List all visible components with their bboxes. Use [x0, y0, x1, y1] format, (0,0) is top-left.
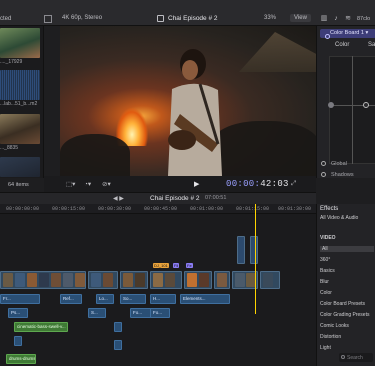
fullscreen-icon[interactable]: ⤢	[291, 180, 296, 188]
crowd-silhouette	[60, 134, 130, 176]
viewer-controls: ⬚▾ ◔▾ ⊘▾ ▶ 00:00:42:03 ⤢	[44, 176, 316, 192]
effects-browser: Effects All Video & Audio VIDEO All 360°…	[316, 204, 375, 366]
marker[interactable]: Fe	[186, 263, 193, 268]
connected-clip[interactable]	[250, 236, 258, 264]
audio-clip[interactable]: Ps...	[8, 308, 28, 318]
global-row[interactable]: Global	[321, 161, 347, 167]
audio-clip[interactable]: Elements...	[180, 294, 230, 304]
project-icon	[157, 15, 164, 22]
crop-icon[interactable]: ⬚▾	[66, 180, 75, 188]
timecode-display[interactable]: 00:00:42:03	[226, 179, 289, 189]
storyline-clip[interactable]	[0, 271, 86, 289]
effects-category[interactable]: Color	[320, 290, 374, 296]
settings-icon[interactable]: ≋	[344, 15, 352, 23]
storyline-clip[interactable]	[88, 271, 118, 289]
timeline-ruler[interactable]: 00:00:00:00 00:00:15:00 00:00:30:00 00:0…	[0, 204, 316, 214]
storyline-clip[interactable]	[260, 271, 280, 289]
effects-category-all[interactable]: All	[320, 246, 374, 252]
timeline-project-name[interactable]: Chai Episode # 2	[150, 195, 200, 202]
browser-filter-label[interactable]: cted	[0, 16, 11, 22]
video-viewer[interactable]	[60, 26, 316, 176]
color-board-icon	[325, 34, 330, 39]
audio-clip[interactable]: cinematic-bass-swell-v...	[14, 322, 68, 332]
effects-category[interactable]: Comic Looks	[320, 323, 374, 329]
timeline-header: ◀ ▶ Chai Episode # 2 07:00:51	[0, 192, 316, 204]
audio-clip[interactable]: Fr...	[0, 294, 40, 304]
search-icon	[341, 355, 345, 359]
browser-clip[interactable]: ...._17929	[0, 28, 40, 65]
effects-category[interactable]: All Video & Audio	[320, 215, 374, 221]
audio-clip[interactable]: Lo...	[96, 294, 114, 304]
marker[interactable]: Fil	[173, 263, 180, 268]
tab-saturation[interactable]: Sa	[368, 42, 375, 48]
top-toolbar: cted 4K 60p, Stereo Chai Episode # 2 33%…	[0, 0, 375, 26]
audio-clip[interactable]	[14, 336, 22, 346]
speed-icon[interactable]: ◔▾	[84, 180, 91, 188]
effects-category[interactable]: Color Board Presets	[320, 301, 374, 307]
radio-icon	[321, 172, 326, 177]
zoom-menu[interactable]: 33%	[264, 15, 276, 21]
effects-category[interactable]: Color Grading Presets	[320, 312, 374, 318]
inspector-clip-name: 87clo	[357, 16, 371, 22]
playhead[interactable]	[255, 204, 256, 314]
audio-clip[interactable]: Ref...	[60, 294, 82, 304]
browser-clip[interactable]: ...lab...51_b...m2	[0, 70, 40, 107]
timeline-history-arrows[interactable]: ◀ ▶	[113, 195, 124, 202]
audio-icon[interactable]: ♪	[332, 15, 340, 23]
marker[interactable]: DJ_101	[153, 263, 169, 268]
inspector-toggle-icon[interactable]: ▥	[320, 15, 328, 23]
timeline-duration: 07:00:51	[205, 195, 227, 201]
audio-clip[interactable]	[114, 340, 122, 350]
audio-clip[interactable]: S...	[88, 308, 106, 318]
storyline-clip[interactable]	[120, 271, 148, 289]
radio-icon	[321, 161, 326, 166]
color-puck[interactable]	[363, 102, 369, 108]
enhance-icon[interactable]: ⊘▾	[102, 180, 111, 188]
storyline-clip[interactable]	[150, 271, 182, 289]
format-label: 4K 60p, Stereo	[62, 15, 103, 21]
browser-panel: ...._17929 ...lab...51_b...m2 ..._8835	[0, 26, 44, 178]
audio-clip[interactable]	[114, 322, 122, 332]
items-count: 64 items	[8, 182, 29, 188]
effects-category[interactable]: Blur	[320, 279, 374, 285]
tab-color[interactable]: Color	[335, 42, 349, 48]
audio-clip[interactable]: So...	[120, 294, 146, 304]
guitarist-figure	[168, 49, 222, 176]
browser-clip[interactable]	[0, 157, 40, 178]
browser-clip[interactable]: ..._8835	[0, 114, 40, 151]
effects-search-input[interactable]: Search	[339, 353, 373, 362]
storyline-clip[interactable]	[184, 271, 212, 289]
timeline-area[interactable]: DJ_101 Fil Fe Fr... Ref... Lo... So... H…	[0, 214, 316, 366]
play-icon[interactable]: ▶	[194, 180, 199, 188]
effects-section-header: VIDEO	[320, 235, 336, 241]
project-title: Chai Episode # 2	[168, 15, 218, 22]
color-puck[interactable]	[328, 102, 334, 108]
effects-title: Effects	[320, 206, 339, 212]
connected-clip[interactable]	[237, 236, 245, 264]
color-board-selector[interactable]: Color Board 1 ▾	[320, 29, 375, 39]
storyline-clip[interactable]	[214, 271, 230, 289]
effects-category[interactable]: Light	[320, 345, 374, 351]
audio-clip[interactable]: drums-drums-1400...	[6, 354, 36, 364]
inspector-panel: Color Board 1 ▾ Color Sa Global Shadows	[316, 26, 375, 178]
view-menu-button[interactable]: View	[290, 14, 311, 22]
grid-view-icon[interactable]	[44, 15, 52, 23]
audio-clip[interactable]: H...	[150, 294, 176, 304]
audio-clip[interactable]: Fo...	[150, 308, 170, 318]
effects-category[interactable]: Basics	[320, 268, 374, 274]
shadows-row[interactable]: Shadows	[321, 172, 354, 178]
effects-category[interactable]: 360°	[320, 257, 374, 263]
effects-category[interactable]: Distortion	[320, 334, 374, 340]
